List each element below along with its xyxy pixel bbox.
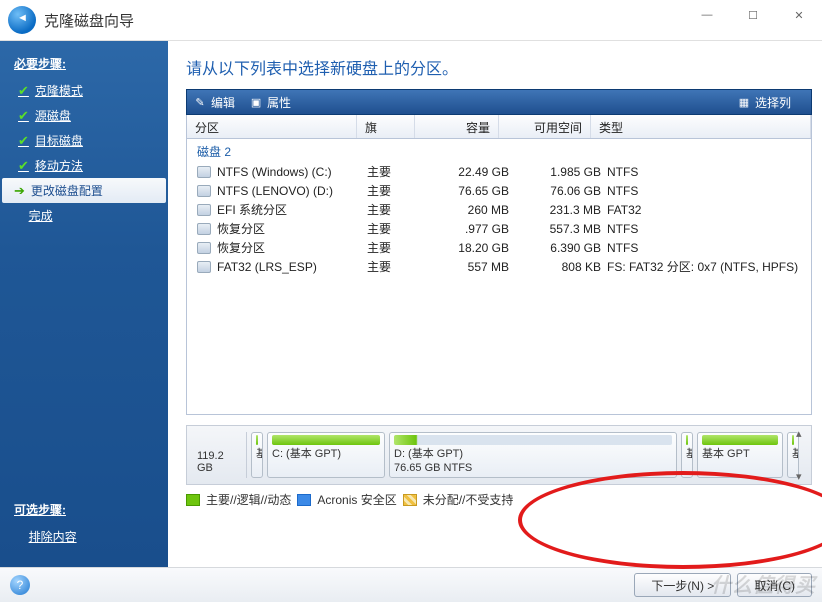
partition-grid: 磁盘 2 NTFS (Windows) (C:)主要22.49 GB1.985 … (186, 139, 812, 415)
footer-bar: ? 下一步(N) > 取消(C) (0, 567, 822, 602)
step-move-method[interactable]: ✔移动方法 (0, 153, 168, 178)
partition-row[interactable]: 恢复分区主要.977 GB557.3 MBNTFS (187, 219, 811, 238)
annotation-ellipse (518, 471, 822, 569)
step-exclude-content[interactable]: •排除内容 (0, 524, 168, 549)
properties-icon: ▣ (249, 95, 263, 109)
maximize-button[interactable]: ☐ (730, 0, 776, 30)
partition-icon (197, 242, 211, 254)
edit-button[interactable]: ✎编辑 (193, 94, 235, 111)
disk-layout-bar: 119.2 GB 基... C: (基本 GPT) D: (基本 GPT)76.… (186, 425, 812, 485)
disk-segment-c[interactable]: C: (基本 GPT) (267, 432, 385, 478)
header-type[interactable]: 类型 (591, 115, 811, 138)
wizard-sidebar: 必要步骤: ✔克隆模式 ✔源磁盘 ✔目标磁盘 ✔移动方法 ➔更改磁盘配置 •完成… (0, 41, 168, 567)
disk-segment[interactable]: 基本 GPT (697, 432, 783, 478)
legend: 主要//逻辑//动态 Acronis 安全区 未分配//不受支持 (186, 491, 812, 508)
header-flag[interactable]: 旗 (357, 115, 415, 138)
window-title: 克隆磁盘向导 (44, 10, 134, 31)
back-orb-icon[interactable] (8, 6, 36, 34)
check-icon: ✔ (18, 83, 29, 99)
disk-segment[interactable]: 基... (681, 432, 693, 478)
partition-icon (197, 261, 211, 273)
title-bar: 克隆磁盘向导 — ☐ ✕ (0, 0, 822, 41)
disk-group-label: 磁盘 2 (187, 141, 811, 162)
window-buttons: — ☐ ✕ (684, 0, 822, 30)
partition-row[interactable]: FAT32 (LRS_ESP)主要557 MB808 KBFS: FAT32 分… (187, 257, 811, 276)
step-clone-mode[interactable]: ✔克隆模式 (0, 78, 168, 103)
step-change-config[interactable]: ➔更改磁盘配置 (2, 178, 166, 203)
content-pane: 请从以下列表中选择新硬盘上的分区。 ✎编辑 ▣属性 ▦选择列 分区 旗 容量 可… (168, 41, 822, 567)
legend-swatch-primary (186, 494, 200, 506)
pencil-icon: ✎ (193, 95, 207, 109)
disk-total-size: 119.2 GB (193, 432, 247, 478)
header-free[interactable]: 可用空间 (499, 115, 591, 138)
chevron-down-icon: ▾ (796, 470, 810, 483)
legend-swatch-acronis (297, 494, 311, 506)
close-button[interactable]: ✕ (776, 0, 822, 30)
optional-steps-title: 可选步骤: (0, 495, 168, 524)
step-source-disk[interactable]: ✔源磁盘 (0, 103, 168, 128)
chevron-up-icon: ▴ (796, 427, 810, 440)
grid-header: 分区 旗 容量 可用空间 类型 (186, 115, 812, 139)
columns-icon: ▦ (737, 95, 751, 109)
partition-icon (197, 166, 211, 178)
choose-columns-button[interactable]: ▦选择列 (737, 94, 791, 111)
step-finish[interactable]: •完成 (0, 203, 168, 228)
partition-row[interactable]: 恢复分区主要18.20 GB6.390 GBNTFS (187, 238, 811, 257)
header-capacity[interactable]: 容量 (415, 115, 499, 138)
instruction-text: 请从以下列表中选择新硬盘上的分区。 (186, 49, 812, 89)
step-target-disk[interactable]: ✔目标磁盘 (0, 128, 168, 153)
partition-icon (197, 185, 211, 197)
minimize-button[interactable]: — (684, 0, 730, 30)
partition-icon (197, 204, 211, 216)
help-button[interactable]: ? (10, 575, 30, 595)
diskbar-scroll[interactable]: ▴▾ (796, 427, 810, 483)
partition-row[interactable]: NTFS (Windows) (C:)主要22.49 GB1.985 GBNTF… (187, 162, 811, 181)
partition-row[interactable]: EFI 系统分区主要260 MB231.3 MBFAT32 (187, 200, 811, 219)
cancel-button[interactable]: 取消(C) (737, 573, 812, 597)
properties-button[interactable]: ▣属性 (249, 94, 291, 111)
legend-swatch-unalloc (403, 494, 417, 506)
disk-segment-d[interactable]: D: (基本 GPT)76.65 GB NTFS (389, 432, 677, 478)
required-steps-title: 必要步骤: (0, 49, 168, 78)
arrow-icon: ➔ (14, 183, 25, 199)
partition-icon (197, 223, 211, 235)
partition-row[interactable]: NTFS (LENOVO) (D:)主要76.65 GB76.06 GBNTFS (187, 181, 811, 200)
next-button[interactable]: 下一步(N) > (634, 573, 731, 597)
check-icon: ✔ (18, 108, 29, 124)
content-toolbar: ✎编辑 ▣属性 ▦选择列 (186, 89, 812, 115)
check-icon: ✔ (18, 158, 29, 174)
header-partition[interactable]: 分区 (187, 115, 357, 138)
check-icon: ✔ (18, 133, 29, 149)
disk-segment[interactable]: 基... (251, 432, 263, 478)
